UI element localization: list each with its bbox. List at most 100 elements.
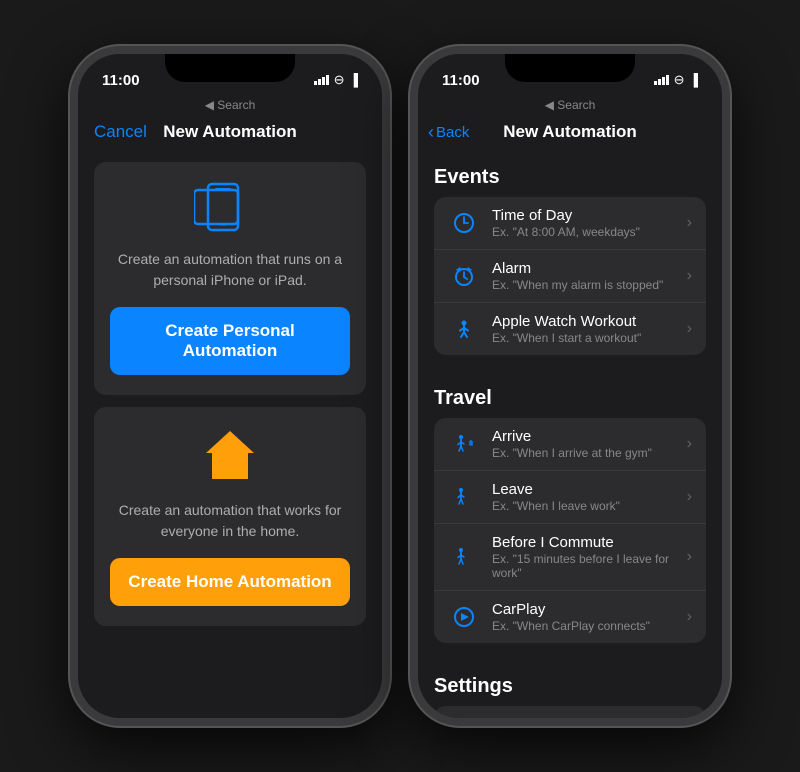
commute-icon: [448, 541, 480, 573]
home-card-desc: Create an automation that works for ever…: [110, 500, 350, 542]
r-bar4: [666, 75, 669, 85]
clock-icon-svg: [453, 212, 475, 234]
leave-chevron: ›: [687, 488, 692, 506]
back-button[interactable]: ‹ Back: [428, 123, 469, 141]
right-signal-bars: [654, 75, 669, 85]
commute-title: Before I Commute: [492, 534, 687, 551]
workout-icon-svg: [453, 318, 475, 340]
left-status-time: 11:00: [102, 72, 140, 89]
left-nav-title: New Automation: [163, 122, 296, 142]
leave-title: Leave: [492, 481, 687, 498]
carplay-text: CarPlay Ex. "When CarPlay connects": [492, 601, 687, 633]
alarm-icon-svg: [453, 265, 475, 287]
workout-icon: [448, 313, 480, 345]
airplane-mode-title: Airplane Mode: [492, 716, 687, 718]
r-bar2: [658, 79, 661, 85]
alarm-subtitle: Ex. "When my alarm is stopped": [492, 278, 687, 292]
right-nav-title: New Automation: [503, 122, 636, 142]
time-of-day-subtitle: Ex. "At 8:00 AM, weekdays": [492, 225, 687, 239]
bar3: [322, 77, 325, 85]
left-search-hint: ◀ Search: [78, 98, 382, 116]
wifi-icon: ⊖: [334, 72, 345, 88]
right-phone: 11:00 ⊖ ▐ ◀ Search ‹ Back: [410, 46, 730, 726]
right-status-icons: ⊖ ▐: [654, 72, 698, 88]
right-phone-content: Events Time of Day Ex: [418, 150, 722, 718]
left-status-icons: ⊖ ▐: [314, 72, 358, 88]
alarm-chevron: ›: [687, 267, 692, 285]
right-search-hint: ◀ Search: [418, 98, 722, 116]
leave-icon-svg: [453, 486, 475, 508]
bar1: [314, 81, 317, 85]
arrive-icon: [448, 428, 480, 460]
left-status-bar: 11:00 ⊖ ▐: [78, 54, 382, 98]
commute-subtitle: Ex. "15 minutes before I leave for work": [492, 552, 687, 580]
left-nav-bar: Cancel New Automation: [78, 116, 382, 150]
r-bar1: [654, 81, 657, 85]
bar4: [326, 75, 329, 85]
left-phone: 11:00 ⊖ ▐ ◀ Search Cancel New Automati: [70, 46, 390, 726]
right-battery-icon: ▐: [689, 73, 698, 87]
list-item-arrive[interactable]: Arrive Ex. "When I arrive at the gym" ›: [434, 418, 706, 471]
events-section-header: Events: [418, 150, 722, 197]
list-item-airplane-mode[interactable]: Airplane Mode Ex. "When Airplane Mode is…: [434, 706, 706, 718]
back-label: Back: [436, 124, 469, 141]
arrive-text: Arrive Ex. "When I arrive at the gym": [492, 428, 687, 460]
left-phone-screen: 11:00 ⊖ ▐ ◀ Search Cancel New Automati: [78, 54, 382, 718]
workout-chevron: ›: [687, 320, 692, 338]
home-icon-svg: [200, 427, 260, 483]
workout-text: Apple Watch Workout Ex. "When I start a …: [492, 313, 687, 345]
carplay-icon: [448, 601, 480, 633]
carplay-subtitle: Ex. "When CarPlay connects": [492, 619, 687, 633]
home-automation-card: Create an automation that works for ever…: [94, 407, 366, 626]
personal-card-desc: Create an automation that runs on a pers…: [110, 249, 350, 291]
arrive-chevron: ›: [687, 435, 692, 453]
commute-icon-svg: [453, 546, 475, 568]
list-item-commute[interactable]: Before I Commute Ex. "15 minutes before …: [434, 524, 706, 591]
personal-automation-card: Create an automation that runs on a pers…: [94, 162, 366, 395]
travel-list-group: Arrive Ex. "When I arrive at the gym" ›: [434, 418, 706, 643]
workout-title: Apple Watch Workout: [492, 313, 687, 330]
time-of-day-text: Time of Day Ex. "At 8:00 AM, weekdays": [492, 207, 687, 239]
time-of-day-title: Time of Day: [492, 207, 687, 224]
travel-section-header: Travel: [418, 371, 722, 418]
leave-icon: [448, 481, 480, 513]
back-arrow-icon: ‹: [428, 123, 434, 141]
alarm-text: Alarm Ex. "When my alarm is stopped": [492, 260, 687, 292]
list-item-carplay[interactable]: CarPlay Ex. "When CarPlay connects" ›: [434, 591, 706, 643]
right-status-time: 11:00: [442, 72, 480, 89]
right-wifi-icon: ⊖: [674, 72, 685, 88]
right-phone-screen: 11:00 ⊖ ▐ ◀ Search ‹ Back: [418, 54, 722, 718]
list-item-workout[interactable]: Apple Watch Workout Ex. "When I start a …: [434, 303, 706, 355]
right-nav-bar: ‹ Back New Automation: [418, 116, 722, 150]
leave-text: Leave Ex. "When I leave work": [492, 481, 687, 513]
personal-icon: [194, 182, 266, 237]
alarm-icon: [448, 260, 480, 292]
commute-text: Before I Commute Ex. "15 minutes before …: [492, 534, 687, 580]
r-bar3: [662, 77, 665, 85]
alarm-title: Alarm: [492, 260, 687, 277]
list-item-time-of-day[interactable]: Time of Day Ex. "At 8:00 AM, weekdays" ›: [434, 197, 706, 250]
list-item-leave[interactable]: Leave Ex. "When I leave work" ›: [434, 471, 706, 524]
cancel-button[interactable]: Cancel: [94, 122, 147, 142]
time-of-day-chevron: ›: [687, 214, 692, 232]
battery-icon: ▐: [349, 73, 358, 87]
home-icon: [200, 427, 260, 488]
settings-section-header: Settings: [418, 659, 722, 706]
phones-container: 11:00 ⊖ ▐ ◀ Search Cancel New Automati: [70, 46, 730, 726]
right-status-bar: 11:00 ⊖ ▐: [418, 54, 722, 98]
carplay-title: CarPlay: [492, 601, 687, 618]
airplane-mode-text: Airplane Mode Ex. "When Airplane Mode is…: [492, 716, 687, 718]
signal-bars: [314, 75, 329, 85]
carplay-chevron: ›: [687, 608, 692, 626]
create-personal-automation-button[interactable]: Create Personal Automation: [110, 307, 350, 375]
devices-icon-svg: [194, 182, 266, 232]
left-phone-content: Create an automation that runs on a pers…: [78, 150, 382, 718]
workout-subtitle: Ex. "When I start a workout": [492, 331, 687, 345]
commute-chevron: ›: [687, 548, 692, 566]
settings-list-group: Airplane Mode Ex. "When Airplane Mode is…: [434, 706, 706, 718]
time-of-day-icon: [448, 207, 480, 239]
events-list-group: Time of Day Ex. "At 8:00 AM, weekdays" ›: [434, 197, 706, 355]
create-home-automation-button[interactable]: Create Home Automation: [110, 558, 350, 606]
list-item-alarm[interactable]: Alarm Ex. "When my alarm is stopped" ›: [434, 250, 706, 303]
leave-subtitle: Ex. "When I leave work": [492, 499, 687, 513]
